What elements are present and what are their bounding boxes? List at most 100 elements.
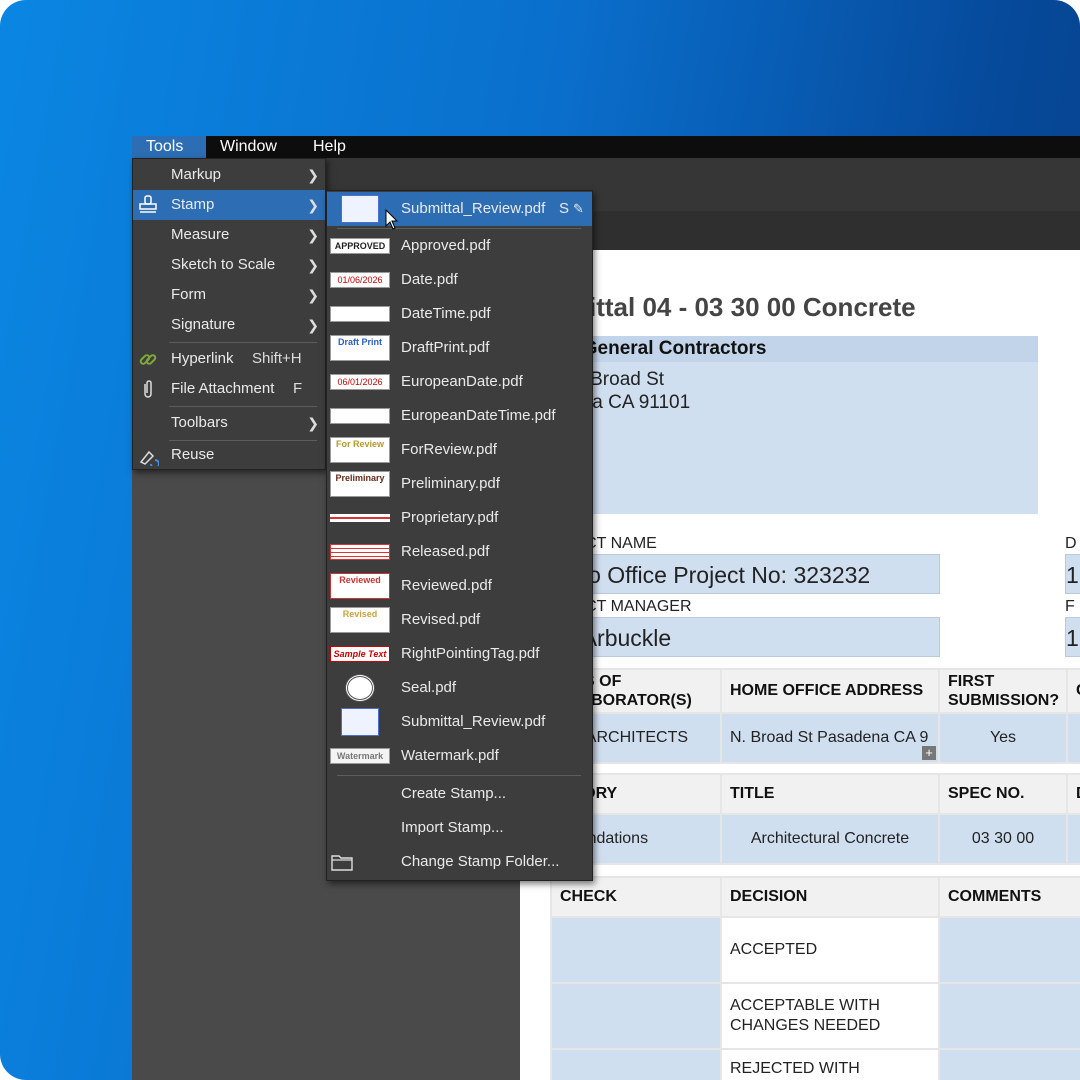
menu-item-measure[interactable]: Measure ❯ xyxy=(133,220,325,250)
menu-item-markup[interactable]: Markup ❯ xyxy=(133,160,325,190)
stamp-item-europeandate[interactable]: 06/01/2026 EuropeanDate.pdf xyxy=(327,365,592,399)
stamp-item-date[interactable]: 01/06/2026 Date.pdf xyxy=(327,263,592,297)
stamp-item-label: Revised.pdf xyxy=(401,611,481,628)
table-cell[interactable] xyxy=(1066,813,1080,865)
check-cell[interactable] xyxy=(550,1048,722,1080)
stamp-item-label: Released.pdf xyxy=(401,543,490,560)
menu-separator xyxy=(337,775,581,776)
project-name-field[interactable]: cago Office Project No: 323232 xyxy=(550,554,940,594)
stamp-item-label: Date.pdf xyxy=(401,271,458,288)
menu-item-toolbars[interactable]: Toolbars ❯ xyxy=(133,408,325,438)
table-header: CHECK xyxy=(550,876,722,918)
stamp-thumbnail: APPROVED xyxy=(330,238,390,254)
stamp-thumbnail xyxy=(341,708,379,736)
table-cell[interactable]: Architectural Concrete xyxy=(720,813,940,865)
check-cell[interactable] xyxy=(550,982,722,1050)
stamp-item-proprietary[interactable]: Proprietary.pdf xyxy=(327,501,592,535)
stamp-item-preliminary[interactable]: Preliminary Preliminary.pdf xyxy=(327,467,592,501)
stamp-thumbnail xyxy=(345,674,375,702)
stamp-item-approved[interactable]: APPROVED Approved.pdf xyxy=(327,229,592,263)
stamp-item-reviewed[interactable]: Reviewed Reviewed.pdf xyxy=(327,569,592,603)
stamp-item-submittal-review[interactable]: Submittal_Review.pdf xyxy=(327,705,592,739)
menu-item-signature[interactable]: Signature ❯ xyxy=(133,310,325,340)
stamp-item-forreview[interactable]: For Review ForReview.pdf xyxy=(327,433,592,467)
stamp-item-label: DateTime.pdf xyxy=(401,305,491,322)
contractor-name: me General Contractors xyxy=(550,336,1038,362)
stamp-item-label: Preliminary.pdf xyxy=(401,475,500,492)
comments-cell[interactable] xyxy=(938,916,1080,984)
chevron-right-icon: ❯ xyxy=(307,257,319,273)
table-header: TITLE xyxy=(720,773,940,815)
decision-cell: REJECTED WITH xyxy=(720,1048,940,1080)
stamp-item-rightpointingtag[interactable]: Sample Text RightPointingTag.pdf xyxy=(327,637,592,671)
menu-item-label: Measure xyxy=(171,226,230,243)
chevron-right-icon: ❯ xyxy=(307,415,319,431)
stamp-thumbnail xyxy=(330,408,390,424)
stamp-item-recent-submittal-review[interactable]: Submittal_Review.pdf S ✎ xyxy=(327,192,592,226)
stamp-item-label: EuropeanDate.pdf xyxy=(401,373,523,390)
table-cell[interactable]: Yes xyxy=(938,712,1068,764)
menu-help[interactable]: Help xyxy=(313,136,346,158)
stamp-item-watermark[interactable]: Watermark Watermark.pdf xyxy=(327,739,592,773)
stamp-item-released[interactable]: Released.pdf xyxy=(327,535,592,569)
stamp-item-europeandatetime[interactable]: EuropeanDateTime.pdf xyxy=(327,399,592,433)
chevron-right-icon: ❯ xyxy=(307,317,319,333)
contractor-block[interactable]: me General Contractors 5 N. Broad St ade… xyxy=(550,336,1038,514)
chevron-right-icon: ❯ xyxy=(307,287,319,303)
pencil-icon[interactable]: ✎ xyxy=(573,192,584,226)
menu-separator xyxy=(169,406,317,407)
comments-cell[interactable] xyxy=(938,982,1080,1050)
menu-item-hyperlink[interactable]: Hyperlink Shift+H xyxy=(133,344,325,374)
stamp-item-datetime[interactable]: DateTime.pdf xyxy=(327,297,592,331)
menu-window[interactable]: Window xyxy=(220,136,277,158)
stamp-thumbnail xyxy=(330,306,390,322)
right-column-field-2[interactable]: 1 xyxy=(1065,617,1080,657)
stamp-thumbnail: Sample Text xyxy=(330,646,390,662)
stamp-submenu: Submittal_Review.pdf S ✎ APPROVED Approv… xyxy=(326,190,593,881)
create-stamp-button[interactable]: Create Stamp... xyxy=(327,777,592,811)
document-title: bmittal 04 - 03 30 00 Concrete xyxy=(550,292,916,322)
menu-item-shortcut: F xyxy=(293,380,303,397)
menu-bar: Tools Window Help xyxy=(132,136,1080,158)
chevron-right-icon: ❯ xyxy=(307,227,319,243)
stamp-item-seal[interactable]: Seal.pdf xyxy=(327,671,592,705)
right-column-label-1: D xyxy=(1065,535,1077,552)
menu-item-sketch-to-scale[interactable]: Sketch to Scale ❯ xyxy=(133,250,325,280)
stamp-item-draftprint[interactable]: Draft Print DraftPrint.pdf xyxy=(327,331,592,365)
table-header: HOME OFFICE ADDRESS xyxy=(720,668,940,714)
table-header: FIRST SUBMISSION? xyxy=(938,668,1068,714)
table-cell[interactable]: 03 30 00 xyxy=(938,813,1068,865)
menu-item-reuse[interactable]: Reuse xyxy=(133,440,325,470)
expand-icon[interactable]: + xyxy=(922,746,936,760)
menu-item-label: Toolbars xyxy=(171,414,228,431)
import-stamp-button[interactable]: Import Stamp... xyxy=(327,811,592,845)
table-header: D xyxy=(1066,773,1080,815)
check-cell[interactable] xyxy=(550,916,722,984)
stamp-thumbnail: Reviewed xyxy=(330,573,390,599)
action-label: Change Stamp Folder... xyxy=(401,853,560,870)
stamp-item-label: EuropeanDateTime.pdf xyxy=(401,407,556,424)
table-cell[interactable]: N. Broad St Pasadena CA 9 + xyxy=(720,712,940,764)
table-cell[interactable] xyxy=(1066,712,1080,764)
change-stamp-folder-button[interactable]: Change Stamp Folder... xyxy=(327,845,592,879)
menu-tools[interactable]: Tools xyxy=(132,136,206,158)
menu-item-stamp[interactable]: Stamp ❯ xyxy=(133,190,325,220)
stamp-thumbnail: For Review xyxy=(330,437,390,463)
decision-cell: ACCEPTED xyxy=(720,916,940,984)
pdf-page: bmittal 04 - 03 30 00 Concrete me Genera… xyxy=(520,250,1080,1080)
chevron-right-icon: ❯ xyxy=(307,197,319,213)
menu-item-form[interactable]: Form ❯ xyxy=(133,280,325,310)
menu-separator xyxy=(169,342,317,343)
project-manager-field[interactable]: an Arbuckle xyxy=(550,617,940,657)
menu-item-label: Form xyxy=(171,286,206,303)
address-cell-text: N. Broad St Pasadena CA 9 xyxy=(730,729,929,746)
menu-item-file-attachment[interactable]: File Attachment F xyxy=(133,374,325,404)
stamp-item-label: RightPointingTag.pdf xyxy=(401,645,540,662)
action-label: Import Stamp... xyxy=(401,819,504,836)
stamp-item-revised[interactable]: Revised Revised.pdf xyxy=(327,603,592,637)
right-column-field-1[interactable]: 1 xyxy=(1065,554,1080,594)
stamp-item-label: ForReview.pdf xyxy=(401,441,497,458)
comments-cell[interactable] xyxy=(938,1048,1080,1080)
stamp-item-label: Seal.pdf xyxy=(401,679,457,696)
menu-item-label: Reuse xyxy=(171,446,215,463)
